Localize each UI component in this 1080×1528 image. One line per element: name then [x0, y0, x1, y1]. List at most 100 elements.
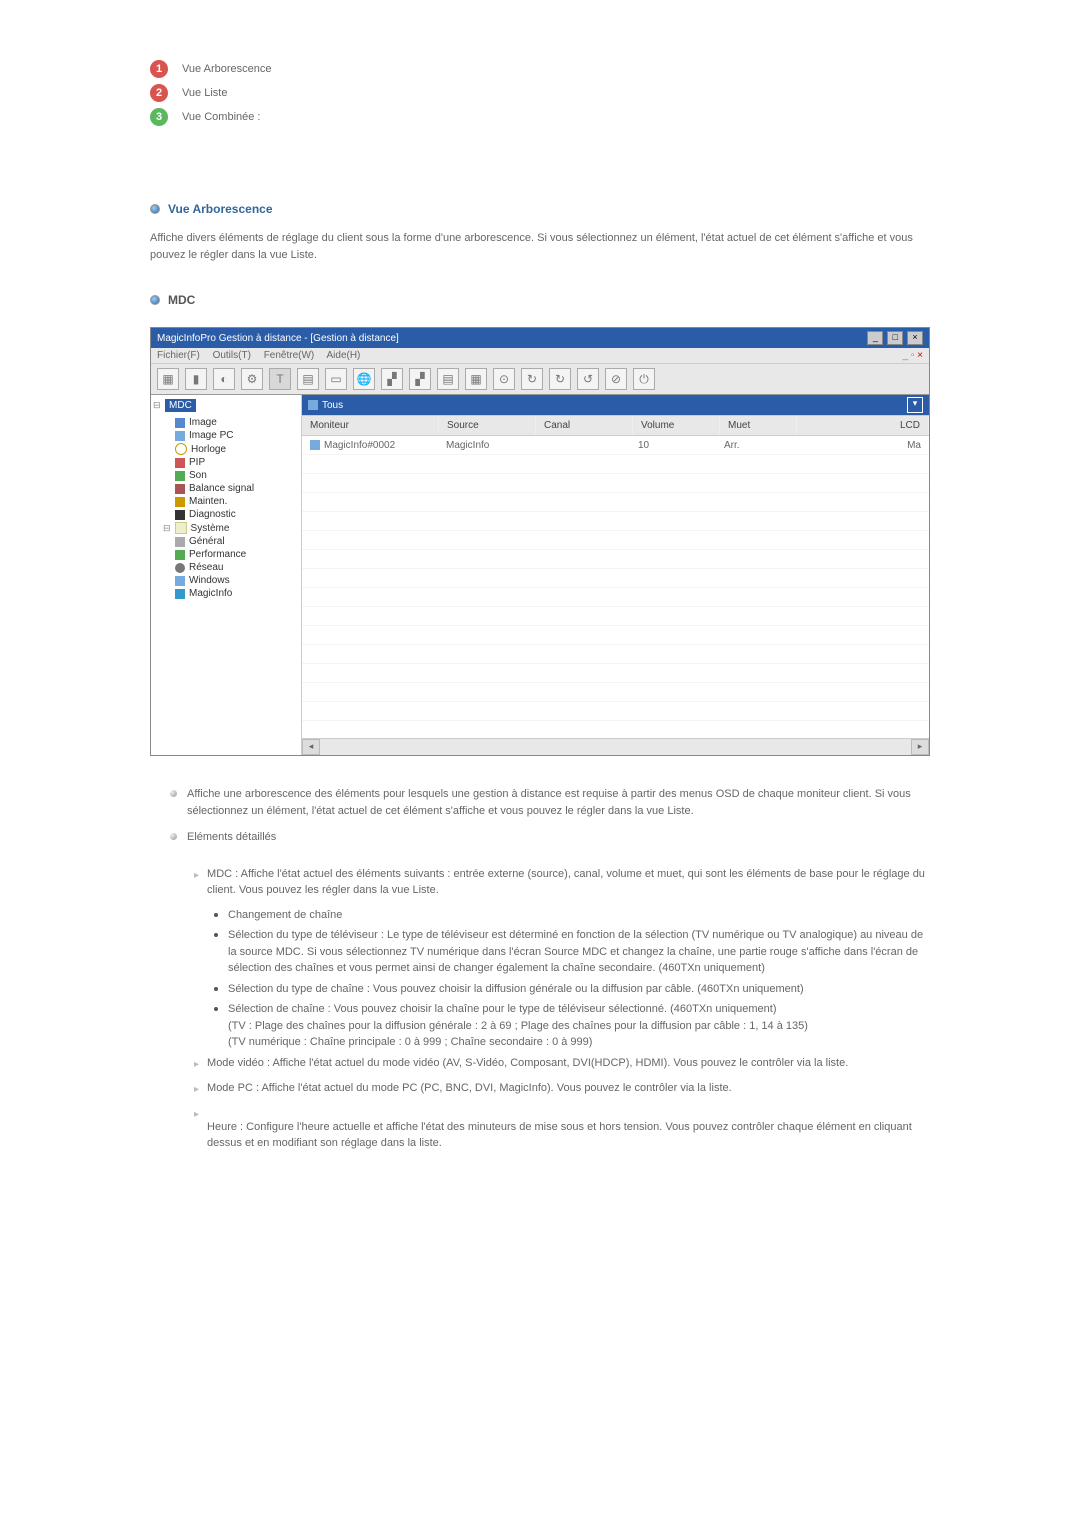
legend: 1 Vue Arborescence 2 Vue Liste 3 Vue Com… — [150, 60, 930, 126]
tool-btn-13[interactable]: ⊙ — [493, 368, 515, 390]
tool-btn-9[interactable]: ▞ — [381, 368, 403, 390]
tool-btn-7[interactable]: ▭ — [325, 368, 347, 390]
folder-icon — [175, 522, 187, 534]
tool-btn-18[interactable]: ⏻ — [633, 368, 655, 390]
list-row — [302, 607, 929, 626]
sub-item-heure: ▸ Heure : Configure l'heure actuelle et … — [194, 1105, 930, 1152]
tool-btn-16[interactable]: ↺ — [577, 368, 599, 390]
list-row — [302, 702, 929, 721]
tool-btn-15[interactable]: ↻ — [549, 368, 571, 390]
tree-item-horloge[interactable]: Horloge — [151, 442, 301, 456]
tool-btn-4[interactable]: ⚙ — [241, 368, 263, 390]
filter-icon — [308, 400, 318, 410]
tree-item-general[interactable]: Général — [151, 535, 301, 548]
col-moniteur[interactable]: Moniteur — [302, 416, 439, 435]
list-body[interactable]: MagicInfo#0002 MagicInfo 10 Arr. Ma — [302, 436, 929, 738]
tool-btn-8[interactable]: 🌐 — [353, 368, 375, 390]
grey-bullet-icon — [170, 833, 177, 840]
section-vue-arborescence: Vue Arborescence — [150, 202, 930, 216]
tree-item-reseau[interactable]: Réseau — [151, 561, 301, 574]
tree-group-systeme[interactable]: ⊟Système — [151, 521, 301, 535]
tool-btn-10[interactable]: ▞ — [409, 368, 431, 390]
tree-expand-icon[interactable]: ⊟ — [163, 523, 171, 534]
bullet-icon — [150, 295, 160, 305]
col-volume[interactable]: Volume — [633, 416, 720, 435]
col-canal[interactable]: Canal — [536, 416, 633, 435]
content-heure: Heure : Configure l'heure actuelle et af… — [207, 1119, 930, 1152]
list-scrollbar[interactable]: ◂ ▸ — [302, 738, 929, 755]
pip-icon — [175, 458, 185, 468]
child-minimize[interactable]: _ — [902, 350, 908, 361]
imagepc-icon — [175, 431, 185, 441]
tree-item-image[interactable]: Image — [151, 416, 301, 429]
col-source[interactable]: Source — [439, 416, 536, 435]
tree-item-balance[interactable]: Balance signal — [151, 482, 301, 495]
image-icon — [175, 418, 185, 428]
grey-bullet-icon — [170, 790, 177, 797]
tool-btn-6[interactable]: ▤ — [297, 368, 319, 390]
tree-root-mdc[interactable]: MDC — [165, 399, 196, 412]
tool-btn-17[interactable]: ⊘ — [605, 368, 627, 390]
content-modepc: Mode PC : Affiche l'état actuel du mode … — [207, 1080, 732, 1097]
tool-btn-12[interactable]: ▦ — [465, 368, 487, 390]
tool-btn-t[interactable]: T — [269, 368, 291, 390]
list-row — [302, 664, 929, 683]
legend-num-3-icon: 3 — [150, 108, 168, 126]
col-lcd[interactable]: LCD — [797, 416, 929, 435]
tree-item-pip[interactable]: PIP — [151, 456, 301, 469]
col-muet[interactable]: Muet — [720, 416, 797, 435]
tree-item-imagepc[interactable]: Image PC — [151, 429, 301, 442]
child-close[interactable]: × — [917, 350, 923, 361]
tool-btn-14[interactable]: ↻ — [521, 368, 543, 390]
para-bullet: Affiche une arborescence des éléments po… — [170, 786, 930, 819]
tree-item-performance[interactable]: Performance — [151, 548, 301, 561]
list-filter-dropdown[interactable]: Tous ▾ — [302, 395, 929, 415]
menu-tools[interactable]: Outils(T) — [213, 350, 251, 361]
menu-file[interactable]: Fichier(F) — [157, 350, 200, 361]
clock-icon — [175, 443, 187, 455]
tree-item-son[interactable]: Son — [151, 469, 301, 482]
child-restore[interactable]: ▫ — [911, 350, 915, 361]
monitor-icon — [310, 440, 320, 450]
windows-icon — [175, 576, 185, 586]
tool-btn-11[interactable]: ▤ — [437, 368, 459, 390]
legend-row-2: 2 Vue Liste — [150, 84, 930, 102]
dot-row: Sélection du type de téléviseur : Le typ… — [214, 927, 930, 977]
dot-chtype: Sélection du type de chaîne : Vous pouve… — [228, 981, 804, 998]
tool-btn-1[interactable]: ▦ — [157, 368, 179, 390]
list-row[interactable]: MagicInfo#0002 MagicInfo 10 Arr. Ma — [302, 436, 929, 455]
tree-pane[interactable]: ⊟ MDC Image Image PC Horloge PIP Son Bal… — [151, 395, 302, 755]
list-row — [302, 721, 929, 738]
window-controls: _ □ × — [866, 331, 923, 345]
tool-btn-3[interactable]: ◐ — [213, 368, 235, 390]
network-icon — [175, 563, 185, 573]
sub-item-modepc: ▸ Mode PC : Affiche l'état actuel du mod… — [194, 1080, 930, 1097]
tree-item-magicinfo[interactable]: MagicInfo — [151, 587, 301, 600]
menu-help[interactable]: Aide(H) — [326, 350, 360, 361]
subhead-bullet: Eléments détaillés — [170, 829, 930, 856]
tree-item-windows[interactable]: Windows — [151, 574, 301, 587]
app-window: MagicInfoPro Gestion à distance - [Gesti… — [150, 327, 930, 756]
dropdown-icon[interactable]: ▾ — [907, 397, 923, 413]
legend-label-3: Vue Combinée : — [182, 111, 260, 123]
tree-expand-icon[interactable]: ⊟ — [153, 400, 163, 410]
content-para1: Affiche une arborescence des éléments po… — [187, 786, 930, 819]
maximize-button[interactable]: □ — [887, 331, 903, 345]
list-row — [302, 683, 929, 702]
dot-chsel-tv: (TV : Plage des chaînes pour la diffusio… — [228, 1020, 808, 1032]
legend-num-1-icon: 1 — [150, 60, 168, 78]
scroll-right-icon[interactable]: ▸ — [911, 739, 929, 755]
scroll-left-icon[interactable]: ◂ — [302, 739, 320, 755]
minimize-button[interactable]: _ — [867, 331, 883, 345]
tool-btn-2[interactable]: ▮ — [185, 368, 207, 390]
tree-item-mainten[interactable]: Mainten. — [151, 495, 301, 508]
menu-window[interactable]: Fenêtre(W) — [264, 350, 315, 361]
legend-num-2-icon: 2 — [150, 84, 168, 102]
close-button[interactable]: × — [907, 331, 923, 345]
section-mdc: MDC — [150, 293, 930, 307]
content-modevideo: Mode vidéo : Affiche l'état actuel du mo… — [207, 1055, 848, 1072]
dot-chsel: Sélection de chaîne : Vous pouvez choisi… — [228, 1003, 777, 1015]
tree-item-diagnostic[interactable]: Diagnostic — [151, 508, 301, 521]
perf-icon — [175, 550, 185, 560]
list-row — [302, 645, 929, 664]
